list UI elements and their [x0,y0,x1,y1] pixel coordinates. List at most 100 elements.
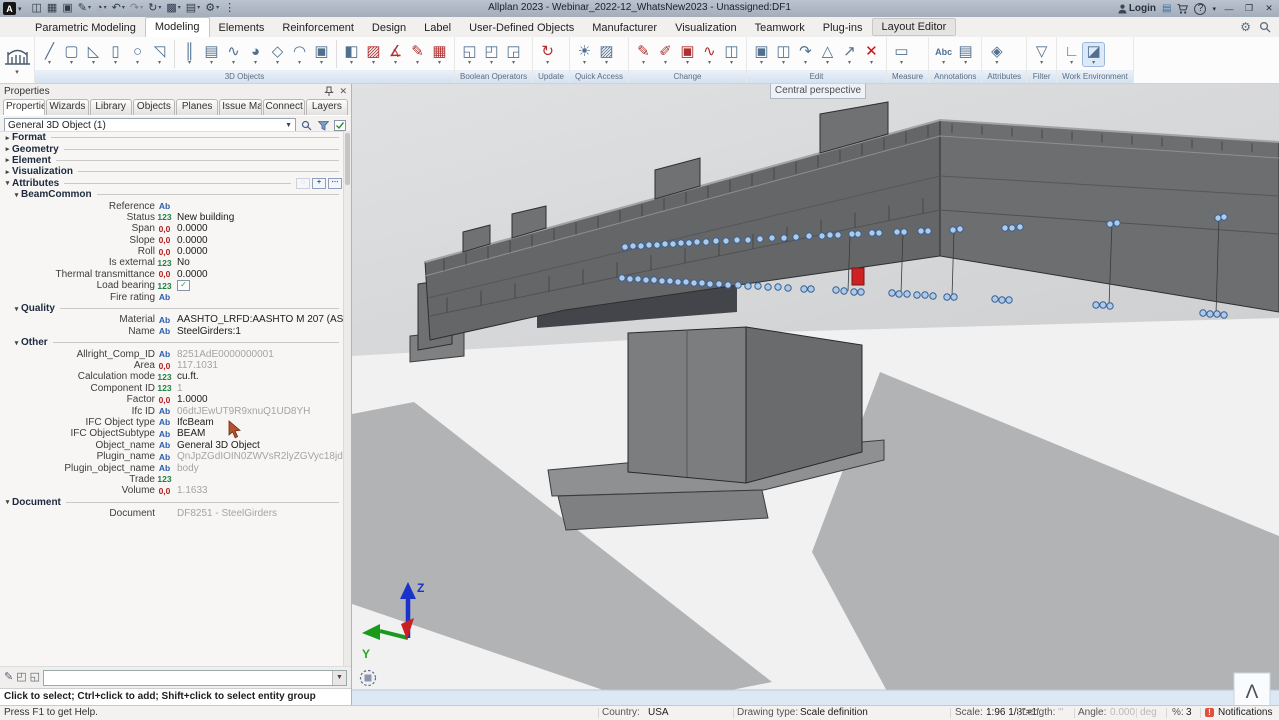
property-value[interactable]: QnJpZGdIOIN0ZWVsR2lyZGVyc18jdTFfI24xOkJv… [174,451,344,462]
selection-handle[interactable] [643,277,649,283]
allplan-logo-icon[interactable]: A [3,2,16,15]
selection-handle[interactable] [785,285,791,291]
minimize-button[interactable]: — [1222,4,1236,14]
selection-handle[interactable] [1114,220,1120,226]
checkbox-checked[interactable]: ✓ [177,280,190,291]
selection-handle[interactable] [745,237,751,243]
settings-wrench-icon[interactable]: ⚙▾ [203,1,221,16]
property-row[interactable]: Trade123 [0,474,344,485]
selection-handle[interactable] [944,294,950,300]
selection-handle[interactable] [781,235,787,241]
property-value[interactable]: 0.0000 [174,246,344,257]
selection-handle[interactable] [635,276,641,282]
gear-icon[interactable]: ⚙ [1240,20,1251,34]
undo-icon[interactable]: ↶▾ [110,1,127,16]
selection-handle[interactable] [619,275,625,281]
property-row[interactable]: Fire ratingAb [0,291,344,302]
selection-handle[interactable] [667,278,673,284]
property-row[interactable]: Span0,00.0000 [0,223,344,234]
property-value[interactable]: 0.0000 [174,269,344,280]
selection-handle[interactable] [725,282,731,288]
selection-handle[interactable] [654,242,660,248]
selection-handle[interactable] [757,236,763,242]
property-row[interactable]: Is external123No [0,257,344,268]
selection-handle[interactable] [1009,225,1015,231]
loft-icon[interactable]: ◇▾ [267,43,288,66]
status-angle-value[interactable]: 0.000 [1110,707,1135,718]
smart-object-icon[interactable]: ▣▾ [311,43,332,66]
selection-handle[interactable] [622,244,628,250]
page-icon[interactable]: ▤▾ [184,1,202,16]
selection-handle[interactable] [904,291,910,297]
selection-handle[interactable] [841,288,847,294]
selection-handle[interactable] [833,287,839,293]
selection-handle[interactable] [699,280,705,286]
property-value[interactable]: DF8251 - SteelGirders [174,508,344,519]
tree-item-visualization[interactable]: ▸Visualization [0,166,344,177]
section-hatch-icon[interactable]: ▨▾ [596,43,617,66]
property-row[interactable]: Slope0,00.0000 [0,235,344,246]
selection-handle[interactable] [1221,214,1227,220]
logo-dropdown-icon[interactable]: ▾ [18,5,22,13]
property-value[interactable]: 1.1633 [174,485,344,496]
property-row[interactable]: Roll0,00.0000 [0,246,344,257]
move-icon[interactable]: ◫▾ [773,43,794,66]
property-row[interactable]: Allright_Comp_IDAb8251AdE0000000001 [0,348,344,359]
panel-tab-wizards[interactable]: Wizards [46,99,88,115]
selection-handle[interactable] [769,235,775,241]
selection-handle[interactable] [755,283,761,289]
load-favorite-icon[interactable]: ◰ [16,670,26,685]
selection-handle[interactable] [670,241,676,247]
property-value[interactable]: New building [174,212,344,223]
selection-handle[interactable] [1200,310,1206,316]
selection-handle[interactable] [1100,302,1106,308]
section-header-document[interactable]: ▾Document [0,497,344,508]
panel-tab-layers[interactable]: Layers [306,99,348,115]
property-value[interactable]: 06dtJEwUT9R9xnuQ1UD8YH [174,406,344,417]
selection-handle[interactable] [951,294,957,300]
selection-handle[interactable] [627,276,633,282]
stretch-icon[interactable]: ↗▾ [839,43,860,66]
sphere-icon[interactable]: ○▾ [127,43,148,66]
property-value[interactable]: 8251AdE0000000001 [174,349,344,360]
pin-edit-icon[interactable]: ✐▾ [655,43,676,66]
property-row[interactable]: Object_nameAbGeneral 3D Object [0,440,344,451]
selection-handle[interactable] [808,286,814,292]
selection-handle[interactable] [683,279,689,285]
property-row[interactable]: Plugin_object_nameAbbody [0,462,344,473]
subtract-icon[interactable]: ◰▾ [481,43,502,66]
render-icon[interactable]: ▩▾ [164,1,182,16]
views-grid-icon[interactable]: ▦ [45,1,59,16]
property-value[interactable]: 0.0000 [174,235,344,246]
slope-icon[interactable]: ∡▾ [385,43,406,66]
property-row[interactable]: ReferenceAb [0,200,344,211]
menu-tab-label[interactable]: Label [415,19,460,37]
property-value[interactable]: SteelGirders:1 [174,326,344,337]
mirror-icon[interactable]: △▾ [817,43,838,66]
selection-handle[interactable] [992,296,998,302]
restore-attributes-button[interactable]: ◌ [296,178,310,189]
sweep-icon[interactable]: ◠▾ [289,43,310,66]
beam-edit-icon[interactable]: ◫▾ [721,43,742,66]
selection-handle[interactable] [1006,297,1012,303]
extrude-icon[interactable]: ◺▾ [83,43,104,66]
menu-tab-teamwork[interactable]: Teamwork [746,19,814,37]
property-row[interactable]: Load bearing123✓ [0,280,344,291]
menu-tab-reinforcement[interactable]: Reinforcement [273,19,363,37]
property-value[interactable]: No [174,257,344,268]
property-row[interactable]: Area0,0117.1031 [0,360,344,371]
menu-tab-layout-editor[interactable]: Layout Editor [872,18,957,36]
selection-handle[interactable] [1017,224,1023,230]
column-3d-icon[interactable]: ║▾ [179,43,200,66]
text-icon[interactable]: Abc▾ [933,43,954,66]
selection-handle[interactable] [1215,215,1221,221]
section-header-quality[interactable]: ▾Quality [0,303,344,314]
panel-tab-library[interactable]: Library [90,99,132,115]
selection-handle[interactable] [662,241,668,247]
selection-handle[interactable] [651,277,657,283]
selection-handle[interactable] [1107,303,1113,309]
viewport-3d[interactable]: Z Y Λ Central perspective [352,84,1279,706]
selection-handle[interactable] [869,230,875,236]
property-row[interactable]: Plugin_nameAbQnJpZGdIOIN0ZWVsR2lyZGVyc18… [0,451,344,462]
edit-pencil-icon[interactable]: ✎▾ [633,43,654,66]
